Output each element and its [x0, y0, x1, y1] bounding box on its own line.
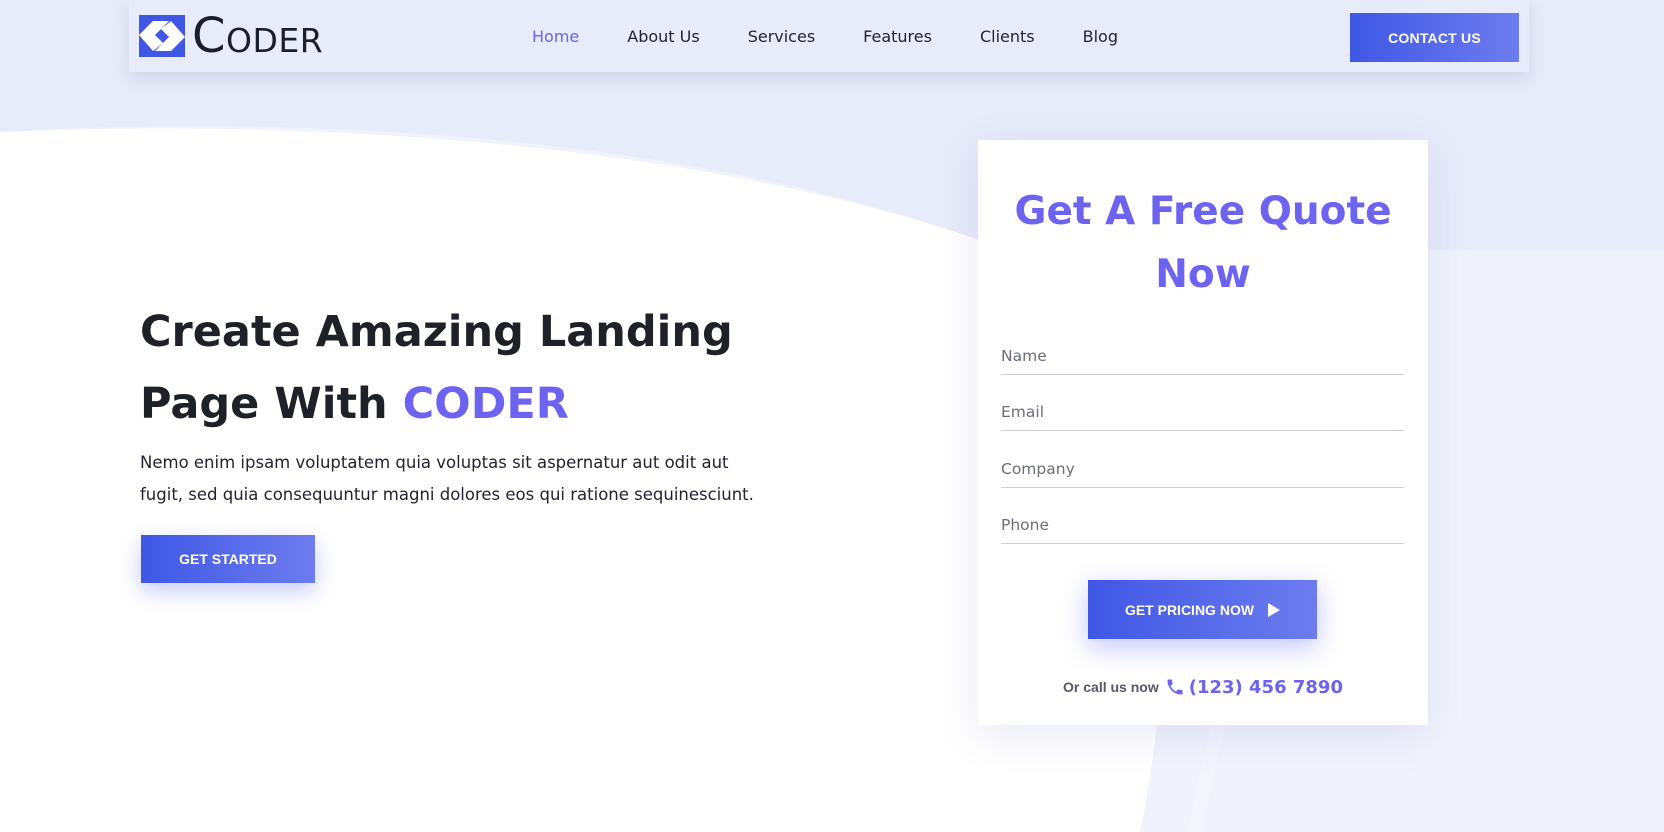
email-field[interactable]: [1001, 394, 1404, 431]
company-field[interactable]: [1001, 451, 1404, 488]
get-started-button[interactable]: GET STARTED: [141, 535, 315, 583]
phone-icon: [1167, 679, 1183, 695]
hero-title-line2: Page With: [140, 379, 403, 429]
nav-item-about-us[interactable]: About Us: [627, 27, 699, 46]
nav-item-clients[interactable]: Clients: [980, 27, 1035, 46]
call-us-text: Or call us now: [1063, 679, 1159, 695]
hero-title: Create Amazing Landing Page With CODER: [140, 296, 780, 440]
name-field[interactable]: [1001, 338, 1404, 375]
contact-us-button[interactable]: CONTACT US: [1350, 13, 1519, 62]
logo-text: CODER: [192, 12, 323, 60]
phone-field[interactable]: [1001, 507, 1404, 544]
logo-text-rest: ODER: [226, 21, 324, 60]
logo-text-initial: C: [192, 8, 227, 64]
main-nav: Home About Us Services Features Clients …: [532, 0, 1166, 72]
logo-icon: [139, 15, 185, 57]
site-header: CODER Home About Us Services Features Cl…: [129, 0, 1529, 72]
quote-title-line2: Now: [1155, 252, 1251, 297]
nav-item-features[interactable]: Features: [863, 27, 932, 46]
nav-item-blog[interactable]: Blog: [1083, 27, 1118, 46]
call-us-row: Or call us now (123) 456 7890: [978, 674, 1428, 700]
quote-title: Get A Free Quote Now: [978, 180, 1428, 306]
logo[interactable]: CODER: [139, 12, 323, 60]
hero-title-line1: Create Amazing Landing: [140, 307, 733, 357]
hero-description-line2: fugit, sed quia consequuntur magni dolor…: [140, 485, 754, 504]
get-pricing-label: GET PRICING NOW: [1124, 601, 1255, 618]
nav-item-home[interactable]: Home: [532, 27, 579, 46]
play-icon: [1268, 602, 1281, 617]
hero-title-accent: CODER: [402, 379, 569, 429]
hero-description: Nemo enim ipsam voluptatem quia voluptas…: [140, 447, 780, 511]
nav-item-services[interactable]: Services: [748, 27, 815, 46]
quote-title-line1: Get A Free Quote: [1014, 189, 1392, 234]
hero-description-line1: Nemo enim ipsam voluptatem quia voluptas…: [140, 453, 729, 472]
phone-number-link[interactable]: (123) 456 7890: [1189, 677, 1343, 698]
get-pricing-button[interactable]: GET PRICING NOW: [1088, 580, 1317, 639]
